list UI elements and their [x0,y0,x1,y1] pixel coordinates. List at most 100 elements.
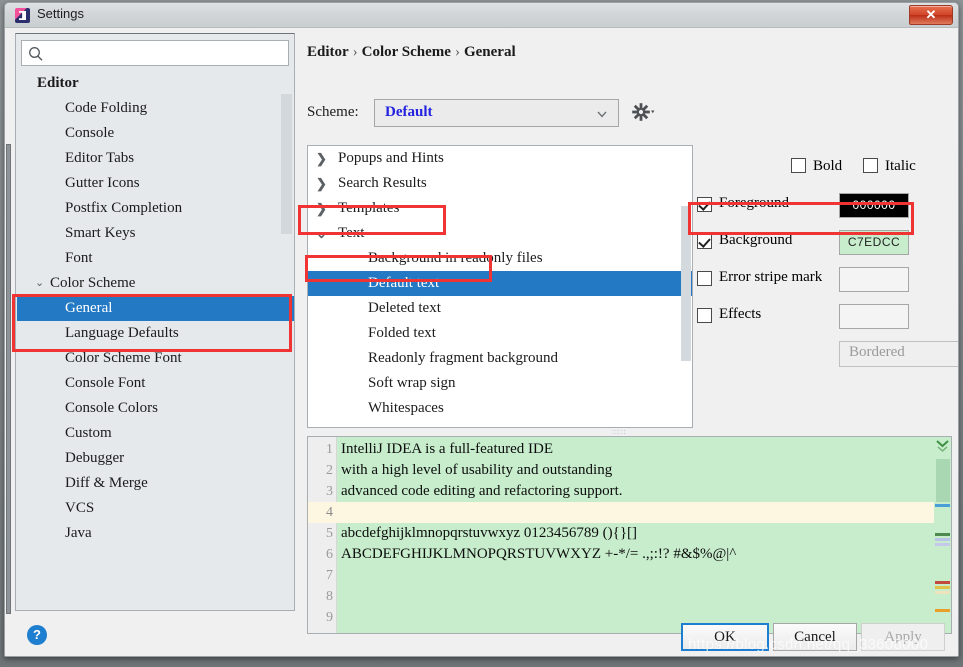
sidebar-item-label: Debugger [65,450,125,466]
preview-editor[interactable]: 1 IntelliJ IDEA is a full-featured IDE 2 wi… [307,436,952,634]
sidebar-item-code-folding[interactable]: Code Folding [17,96,294,121]
stripe-mark [935,538,950,541]
effects-checkbox[interactable] [697,308,712,323]
sidebar-item-postfix-completion[interactable]: Postfix Completion [17,196,294,221]
watermark: https://blog.csdn.net/qq_33608000 [688,636,929,653]
close-icon[interactable]: ✕ [909,5,953,25]
error-stripe-color-swatch[interactable] [839,267,909,292]
sidebar-item-label: Editor Tabs [65,150,135,166]
chevron-right-icon[interactable]: ❯ [316,146,332,171]
sidebar-item-vcs[interactable]: VCS [17,496,294,521]
gear-icon[interactable] [631,100,657,124]
attribute-item-deleted-text[interactable]: Deleted text [308,296,692,321]
effect-type-dropdown[interactable]: Bordered [839,341,958,367]
sidebar-item-label: Diff & Merge [65,475,148,491]
sidebar-item-gutter-icons[interactable]: Gutter Icons [17,171,294,196]
scheme-dropdown[interactable]: Default [374,99,619,127]
background-color-swatch[interactable]: C7EDCC [839,230,909,255]
sidebar-item-label: Gutter Icons [65,175,140,191]
italic-label: Italic [885,158,916,174]
chevron-down-icon[interactable]: ⌄ [316,221,332,246]
splitter-grip[interactable]: ::::: [612,429,636,436]
italic-checkbox[interactable] [863,158,878,173]
breadcrumb-part-color-scheme[interactable]: Color Scheme [362,44,451,60]
sidebar-item-custom[interactable]: Custom [17,421,294,446]
bold-checkbox[interactable] [791,158,806,173]
attribute-item-label: Readonly fragment background [368,350,558,366]
line-number: 8 [326,589,333,604]
sidebar-item-color-scheme[interactable]: ⌄ Color Scheme [17,271,294,296]
attribute-item-label: Soft wrap sign [368,375,456,391]
foreground-color-swatch[interactable]: 000000 [839,193,909,218]
line-number: 2 [326,463,333,478]
search-box[interactable] [21,40,289,66]
sidebar-scrollbar-thumb[interactable] [281,94,292,234]
sidebar-item-java[interactable]: Java [17,521,294,546]
window-title: Settings [37,6,84,21]
sidebar-item-console-font[interactable]: Console Font [17,371,294,396]
bold-label: Bold [813,158,843,174]
italic-checkbox-wrap[interactable]: Italic [863,158,916,175]
line-number: 6 [326,547,333,562]
line-text: IntelliJ IDEA is a full-featured IDE [341,441,554,457]
sidebar-item-label: Console Colors [65,400,158,416]
attribute-item-label: Deleted text [368,300,441,316]
attribute-item-whitespaces[interactable]: Whitespaces [308,396,692,421]
attributes-scrollbar-thumb[interactable] [681,206,691,361]
bold-checkbox-wrap[interactable]: Bold [791,158,842,175]
chevron-right-icon[interactable]: ❯ [316,196,332,221]
foreground-checkbox[interactable] [697,197,712,212]
preview-line: 1 IntelliJ IDEA is a full-featured IDE [308,439,951,460]
sidebar-item-label: VCS [65,500,95,516]
sidebar-item-color-scheme-font[interactable]: Color Scheme Font [17,346,294,371]
effects-row: Effects [697,304,952,330]
chevron-down-icon[interactable]: ⌄ [35,271,49,296]
chevron-double-down-icon[interactable] [935,439,950,453]
sidebar-item-editor-tabs[interactable]: Editor Tabs [17,146,294,171]
breadcrumb-part-general[interactable]: General [464,44,516,60]
sidebar-item-general[interactable]: General [17,296,294,321]
search-input[interactable] [49,43,285,63]
attribute-item-folded-text[interactable]: Folded text [308,321,692,346]
breadcrumb: Editor › Color Scheme › General [307,44,516,61]
sidebar-item-debugger[interactable]: Debugger [17,446,294,471]
sidebar-item-language-defaults[interactable]: Language Defaults [17,321,294,346]
stripe-mark [935,581,950,584]
error-stripe-label: Error stripe mark [719,269,823,285]
sidebar-item-console[interactable]: Console [17,121,294,146]
sidebar-item-font[interactable]: Font [17,246,294,271]
preview-error-stripe-rail[interactable] [934,437,951,633]
attribute-item-search-results[interactable]: ❯ Search Results [308,171,692,196]
error-stripe-row: Error stripe mark [697,267,952,293]
effects-label: Effects [719,306,762,322]
attribute-item-text[interactable]: ⌄ Text [308,221,692,246]
background-row: Background C7EDCC [697,230,952,256]
breadcrumb-part-editor[interactable]: Editor [307,44,349,60]
attribute-options: Bold Italic Foreground 000000 Background… [697,145,958,428]
stripe-mark [935,543,950,546]
attribute-item-background-in-readonly-files[interactable]: Background in readonly files [308,246,692,271]
sidebar-outer-scrollbar[interactable] [6,144,11,614]
main-panel: Editor › Color Scheme › General Scheme: Defa… [297,28,958,634]
sidebar-item-label: Smart Keys [65,225,136,241]
preview-line: 2 with a high level of usability and outs… [308,460,951,481]
preview-scrollbar-thumb[interactable] [936,459,950,502]
sidebar-item-editor[interactable]: Editor [17,71,294,96]
effects-color-swatch[interactable] [839,304,909,329]
attribute-item-popups-and-hints[interactable]: ❯ Popups and Hints [308,146,692,171]
background-label: Background [719,232,793,248]
sidebar-item-smart-keys[interactable]: Smart Keys [17,221,294,246]
sidebar-item-console-colors[interactable]: Console Colors [17,396,294,421]
attribute-item-templates[interactable]: ❯ Templates [308,196,692,221]
sidebar-item-diff-merge[interactable]: Diff & Merge [17,471,294,496]
attribute-item-default-text[interactable]: Default text [308,271,692,296]
attribute-item-readonly-fragment-background[interactable]: Readonly fragment background [308,346,692,371]
error-stripe-checkbox[interactable] [697,271,712,286]
line-number: 3 [326,484,333,499]
chevron-right-icon[interactable]: ❯ [316,171,332,196]
screenshot-root: Settings ✕ Editor Code Folding Console Edit… [0,0,963,667]
attribute-item-label: Background in readonly files [368,250,543,266]
attribute-item-soft-wrap-sign[interactable]: Soft wrap sign [308,371,692,396]
help-icon[interactable]: ? [27,625,47,645]
background-checkbox[interactable] [697,234,712,249]
